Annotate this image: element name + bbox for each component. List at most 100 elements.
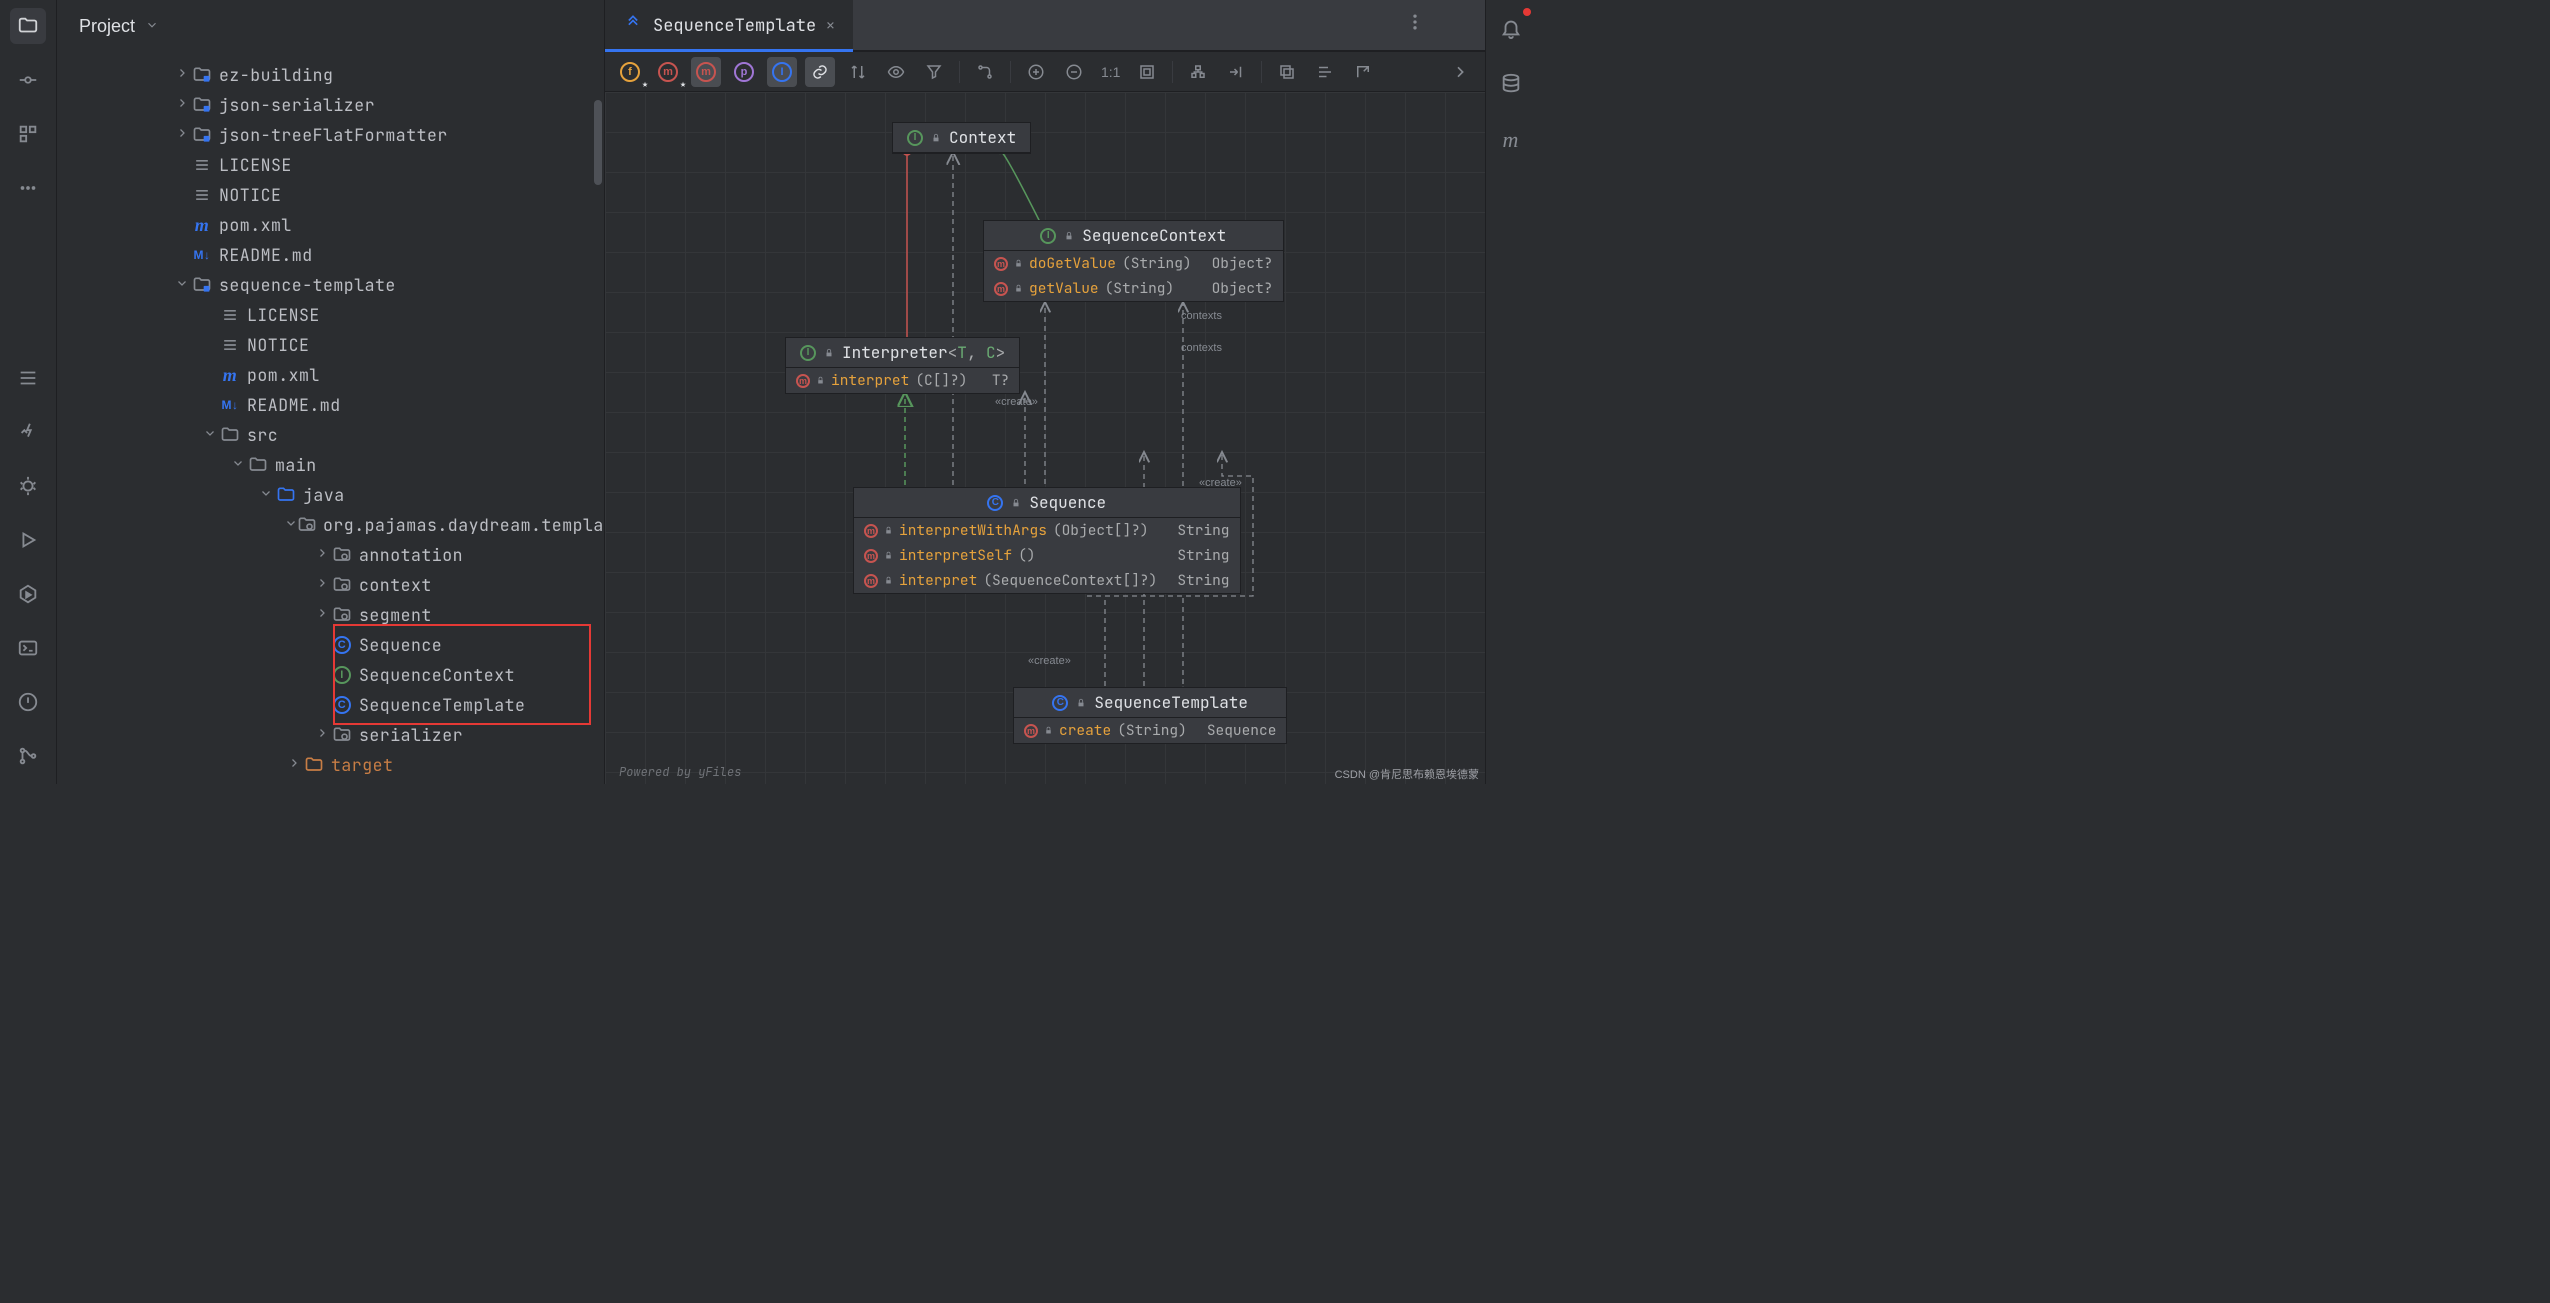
filter-constructors-button[interactable]: m★ [653,57,683,87]
tree-license-2[interactable]: LICENSE [57,300,604,330]
tree-arrow-icon[interactable] [173,127,191,143]
settings-button[interactable] [1310,57,1340,87]
tree-sequencetemplate[interactable]: CSequenceTemplate [57,690,604,720]
filter-inner-button[interactable]: I [767,57,797,87]
watermark: CSDN @肯尼思布赖恩埃德蒙 [1335,766,1479,782]
tree-sequencecontext[interactable]: ISequenceContext [57,660,604,690]
tree-arrow-icon[interactable] [313,607,331,623]
tree-pom-1[interactable]: mpom.xml [57,210,604,240]
debug-tool-icon[interactable] [10,468,46,504]
tree-node-icon [191,274,213,296]
tree-scrollbar[interactable] [594,100,602,185]
tree-java[interactable]: java [57,480,604,510]
tree-readme-2[interactable]: M↓README.md [57,390,604,420]
uml-sequencecontext[interactable]: I SequenceContext mdoGetValue(String)Obj… [983,220,1284,302]
tree-arrow-icon[interactable] [201,427,219,443]
tree-arrow-icon[interactable] [313,547,331,563]
uml-method-row: minterpret(SequenceContext[]?)String [854,568,1240,593]
database-tool-icon[interactable] [1493,66,1529,102]
tab-sequencetemplate[interactable]: SequenceTemplate ✕ [605,0,853,51]
sort-button[interactable] [843,57,873,87]
tree-notice-1[interactable]: NOTICE [57,180,604,210]
tree-notice-2[interactable]: NOTICE [57,330,604,360]
tree-json-treeflat[interactable]: json-treeFlatFormatter [57,120,604,150]
filter-methods-button[interactable]: m [691,57,721,87]
sidebar-header[interactable]: Project [57,0,604,52]
structure-tool-icon[interactable] [10,116,46,152]
tree-node-label: target [331,754,393,776]
copy-button[interactable] [1272,57,1302,87]
services-tool-icon[interactable] [10,576,46,612]
tree-arrow-icon[interactable] [173,277,191,293]
tab-close-icon[interactable]: ✕ [826,17,834,35]
uml-context[interactable]: I Context [892,122,1031,154]
problems-tool-icon[interactable] [10,684,46,720]
todo-tool-icon[interactable] [10,360,46,396]
lock-icon [1014,259,1023,268]
more-tool-icon[interactable] [10,170,46,206]
tree-arrow-icon[interactable] [173,67,191,83]
tree-target[interactable]: target [57,750,604,780]
lock-icon [1011,498,1021,508]
tree-arrow-icon[interactable] [285,757,303,773]
maven-tool-icon[interactable]: m [1493,122,1529,158]
tree-serializer[interactable]: serializer [57,720,604,750]
class-icon: C [1052,695,1068,711]
tree-node-icon: m [191,214,213,236]
uml-diagram-canvas[interactable]: I Context I SequenceContext mdoGetValue(… [605,92,1485,784]
tree-arrow-icon[interactable] [229,457,247,473]
zoom-actual-button[interactable]: 1:1 [1097,57,1124,87]
filter-button[interactable] [919,57,949,87]
tree-main[interactable]: main [57,450,604,480]
link-button[interactable] [805,57,835,87]
tree-segment[interactable]: segment [57,600,604,630]
tree-src[interactable]: src [57,420,604,450]
zoom-in-button[interactable] [1021,57,1051,87]
tree-context[interactable]: context [57,570,604,600]
tree-arrow-icon[interactable] [313,577,331,593]
tree-license-1[interactable]: LICENSE [57,150,604,180]
git-tool-icon[interactable] [10,738,46,774]
tree-arrow-icon[interactable] [257,487,275,503]
run-tool-icon[interactable] [10,522,46,558]
tree-arrow-icon[interactable] [173,97,191,113]
uml-class-name: Sequence [1029,492,1106,513]
tree-annotation[interactable]: annotation [57,540,604,570]
expand-right-icon[interactable] [1445,57,1475,87]
project-tool-icon[interactable] [10,8,46,44]
toolbar-separator [1261,61,1262,83]
uml-interpreter[interactable]: I Interpreter<T, C> minterpret(C[]?)T? [785,337,1020,394]
tree-arrow-icon[interactable] [285,517,297,533]
apply-layout-button[interactable] [1221,57,1251,87]
zoom-out-button[interactable] [1059,57,1089,87]
tree-package[interactable]: org.pajamas.daydream.template [57,510,604,540]
project-tree[interactable]: ez-buildingjson-serializerjson-treeFlatF… [57,52,604,784]
fit-content-button[interactable] [1132,57,1162,87]
tree-readme-1[interactable]: M↓README.md [57,240,604,270]
uml-method-row: mgetValue(String)Object? [984,276,1283,301]
layout-button[interactable] [1183,57,1213,87]
more-options-icon[interactable] [1405,12,1425,37]
route-button[interactable] [970,57,1000,87]
tree-arrow-icon[interactable] [313,727,331,743]
notifications-icon[interactable] [1493,10,1529,46]
build-tool-icon[interactable] [10,414,46,450]
tree-sequence-template[interactable]: sequence-template [57,270,604,300]
uml-sequencetemplate[interactable]: C SequenceTemplate mcreate(String)Sequen… [1013,687,1287,744]
filter-fields-button[interactable]: f★ [615,57,645,87]
terminal-tool-icon[interactable] [10,630,46,666]
visibility-button[interactable] [881,57,911,87]
tree-node-icon [331,724,353,746]
filter-properties-button[interactable]: p [729,57,759,87]
tree-json-serializer[interactable]: json-serializer [57,90,604,120]
left-tool-rail [0,0,57,784]
commit-tool-icon[interactable] [10,62,46,98]
method-name: create [1059,721,1111,740]
uml-sequence[interactable]: C Sequence minterpretWithArgs(Object[]?)… [853,487,1241,594]
export-button[interactable] [1348,57,1378,87]
tree-pom-2[interactable]: mpom.xml [57,360,604,390]
tree-node-icon [219,424,241,446]
tree-ez-building[interactable]: ez-building [57,60,604,90]
method-return: String [1163,521,1229,540]
tree-sequence[interactable]: CSequence [57,630,604,660]
